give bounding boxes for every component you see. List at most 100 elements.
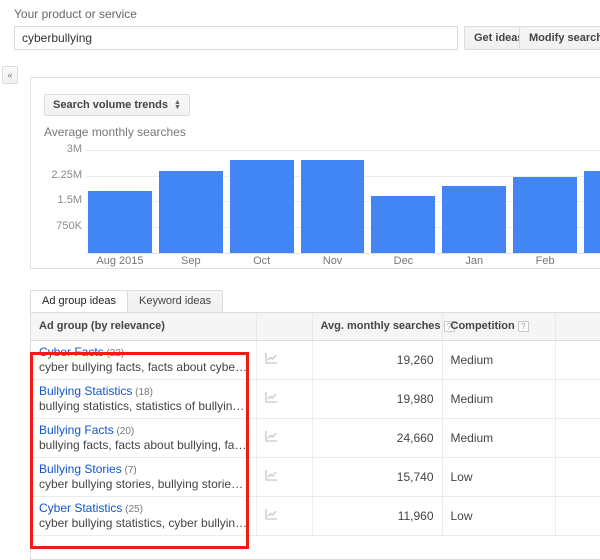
column-header-competition[interactable]: Competition? xyxy=(442,313,556,341)
bar-column: Sep xyxy=(158,143,223,267)
modify-search-button[interactable]: Modify search xyxy=(519,26,600,50)
cell-competition: Medium xyxy=(442,379,556,419)
table-header: Ad group (by relevance) Avg. monthly sear… xyxy=(31,313,600,341)
ad-group-keywords: cyber bullying statistics, cyber bullyin… xyxy=(39,516,248,530)
collapse-panel-icon[interactable]: « xyxy=(2,66,18,84)
table-header-row: Ad group (by relevance) Avg. monthly sear… xyxy=(31,313,600,341)
chart-bar[interactable] xyxy=(300,160,365,253)
cell-blank xyxy=(555,418,600,458)
bar-chart-plot: 750K 1.5M 2.25M 3M Aug 2015 Sep Oct Nov Dec Jan F… xyxy=(44,142,600,267)
table-body: Cyber Facts (22) cyber bullying facts, fa… xyxy=(31,340,600,536)
line-chart-icon[interactable] xyxy=(264,469,278,481)
chart-bar[interactable] xyxy=(229,160,294,253)
search-label: Your product or service xyxy=(14,7,137,21)
search-input[interactable] xyxy=(14,26,458,50)
column-header-label: Ad group (by relevance) xyxy=(39,320,165,333)
cell-competition: Low xyxy=(442,457,556,497)
cell-avg-monthly-searches: 15,740 xyxy=(312,457,443,497)
cell-trend-icon[interactable] xyxy=(256,496,313,536)
chart-bar[interactable] xyxy=(88,191,152,253)
ideas-tabs: Ad group ideas Keyword ideas xyxy=(30,290,224,312)
search-area: Your product or service Get ideas Modify… xyxy=(0,0,600,60)
cell-blank xyxy=(555,340,600,380)
column-header-label: Competition xyxy=(450,320,515,333)
chart-bar[interactable] xyxy=(158,170,223,253)
search-volume-chart-panel: Search volume trends ▲ ▼ Average monthly … xyxy=(30,77,600,269)
line-chart-icon[interactable] xyxy=(264,430,278,442)
line-chart-icon[interactable] xyxy=(264,391,278,403)
chart-bar[interactable] xyxy=(442,185,507,253)
chevron-updown-icon: ▲ ▼ xyxy=(173,99,181,111)
bar-column: Oct xyxy=(229,143,294,267)
x-axis-tick-label: Feb xyxy=(535,255,555,267)
cell-ad-group[interactable]: Bullying Statistics (18) bullying statist… xyxy=(31,379,257,419)
bar-column: Dec xyxy=(371,143,436,267)
cell-trend-icon[interactable] xyxy=(256,340,313,380)
cell-blank xyxy=(555,379,600,419)
chart-bar[interactable] xyxy=(584,170,600,253)
x-axis-tick-label: Nov xyxy=(322,255,343,267)
ad-group-keyword-count: (25) xyxy=(122,504,143,515)
ad-group-keywords: bullying facts, facts about bullying, fa… xyxy=(39,438,248,452)
chart-axis-line xyxy=(86,253,600,254)
cell-ad-group[interactable]: Cyber Statistics (25) cyber bullying stat… xyxy=(31,496,257,536)
y-axis-tick-label: 3M xyxy=(66,142,82,155)
chart-bar[interactable] xyxy=(513,177,578,253)
chart-bars: Aug 2015 Sep Oct Nov Dec Jan Feb xyxy=(88,143,600,267)
table-row[interactable]: Bullying Facts (20) bullying facts, facts… xyxy=(31,418,600,458)
ad-group-link[interactable]: Bullying Stories xyxy=(39,462,122,476)
x-axis-tick-label: Oct xyxy=(253,255,271,267)
y-axis-tick-label: 1.5M xyxy=(57,194,82,207)
cell-ad-group[interactable]: Bullying Facts (20) bullying facts, facts… xyxy=(31,418,257,458)
table-row[interactable]: Cyber Statistics (25) cyber bullying stat… xyxy=(31,496,600,536)
chart-bar[interactable] xyxy=(371,196,436,253)
column-header-blank[interactable] xyxy=(555,313,600,341)
column-header-avg-monthly-searches[interactable]: Avg. monthly searches? xyxy=(312,313,455,341)
trend-select-label: Search volume trends xyxy=(53,99,168,111)
ad-group-keywords: bullying statistics, statistics of bully… xyxy=(39,399,248,413)
line-chart-icon[interactable] xyxy=(264,352,278,364)
ad-group-keywords: cyber bullying stories, bullying stories… xyxy=(39,477,248,491)
cell-avg-monthly-searches: 19,980 xyxy=(312,379,443,419)
x-axis-tick-label: Dec xyxy=(393,255,414,267)
x-axis-tick-label: Jan xyxy=(465,255,484,267)
cell-blank xyxy=(555,496,600,536)
cell-blank xyxy=(555,457,600,497)
tab-keyword-ideas[interactable]: Keyword ideas xyxy=(127,290,224,312)
ad-group-keyword-count: (18) xyxy=(132,387,153,398)
ad-group-keyword-count: (22) xyxy=(103,348,125,359)
cell-avg-monthly-searches: 11,960 xyxy=(312,496,443,536)
cell-trend-icon[interactable] xyxy=(256,379,313,419)
ad-group-keyword-count: (20) xyxy=(113,426,135,437)
cell-trend-icon[interactable] xyxy=(256,457,313,497)
cell-competition: Medium xyxy=(442,340,556,380)
ad-group-link[interactable]: Cyber Statistics xyxy=(39,501,122,515)
cell-ad-group[interactable]: Cyber Facts (22) cyber bullying facts, fa… xyxy=(31,340,257,380)
help-icon[interactable]: ? xyxy=(517,320,529,332)
ad-group-link[interactable]: Bullying Facts xyxy=(39,423,114,437)
cell-avg-monthly-searches: 19,260 xyxy=(312,340,443,380)
cell-competition: Medium xyxy=(442,418,556,458)
cell-trend-icon[interactable] xyxy=(256,418,313,458)
line-chart-icon[interactable] xyxy=(264,508,278,520)
y-axis-tick-label: 2.25M xyxy=(51,168,82,181)
cell-ad-group[interactable]: Bullying Stories (7) cyber bullying stori… xyxy=(31,457,257,497)
table-row[interactable]: Cyber Facts (22) cyber bullying facts, fa… xyxy=(31,340,600,380)
search-volume-trends-dropdown[interactable]: Search volume trends ▲ ▼ xyxy=(44,94,190,116)
ideas-table-container: Ad group (by relevance) Avg. monthly sear… xyxy=(30,312,600,560)
ad-group-link[interactable]: Bullying Statistics xyxy=(39,384,132,398)
column-header-blank[interactable] xyxy=(256,313,313,341)
tab-ad-group-ideas[interactable]: Ad group ideas xyxy=(30,290,128,312)
ad-group-link[interactable]: Cyber Facts xyxy=(39,345,104,359)
bar-column: Jan xyxy=(442,143,507,267)
bar-column xyxy=(584,143,600,253)
ad-group-keyword-count: (7) xyxy=(121,465,137,476)
table-row[interactable]: Bullying Stories (7) cyber bullying stori… xyxy=(31,457,600,497)
cell-competition: Low xyxy=(442,496,556,536)
table-row[interactable]: Bullying Statistics (18) bullying statist… xyxy=(31,379,600,419)
bar-column: Aug 2015 xyxy=(88,143,152,267)
column-header-ad-group-by-relevance[interactable]: Ad group (by relevance) xyxy=(31,313,257,341)
x-axis-tick-label: Sep xyxy=(181,255,201,267)
bar-column: Nov xyxy=(300,143,365,267)
cell-avg-monthly-searches: 24,660 xyxy=(312,418,443,458)
